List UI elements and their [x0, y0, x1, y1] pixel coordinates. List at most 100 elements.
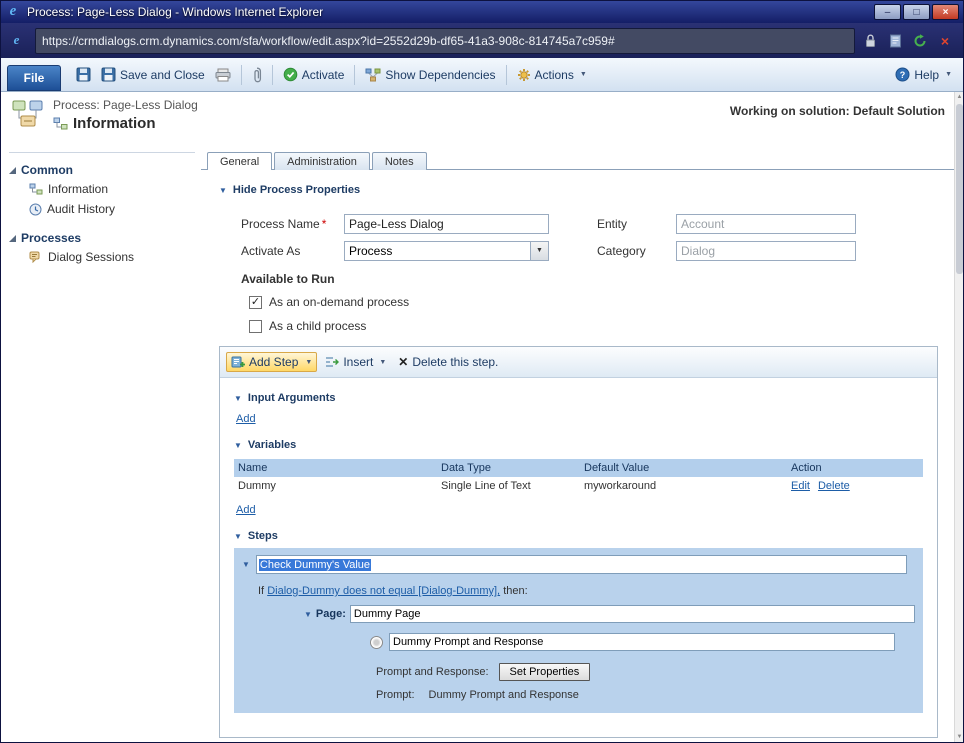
paperclip-icon [252, 67, 262, 83]
entity-label: Entity [597, 217, 676, 231]
file-tab[interactable]: File [7, 65, 61, 91]
input-arguments-section-header[interactable]: ▼ Input Arguments [234, 392, 923, 404]
nav-sidebar: Common Information Audit History Process [1, 144, 201, 742]
condition-row: If Dialog-Dummy does not equal [Dialog-D… [258, 585, 915, 597]
actions-icon [517, 68, 531, 82]
sidebar-item-information[interactable]: Information [9, 179, 195, 199]
attach-button[interactable] [247, 64, 267, 86]
variables-section-header[interactable]: ▼ Variables [234, 439, 923, 451]
prompt-radio-button[interactable] [370, 636, 383, 649]
tab-general[interactable]: General [207, 152, 272, 170]
set-properties-button[interactable]: Set Properties [499, 663, 591, 681]
activate-icon [283, 67, 298, 82]
browser-window: e Process: Page-Less Dialog - Windows In… [0, 0, 964, 743]
add-step-button[interactable]: Add Step ▼ [226, 352, 317, 372]
scroll-down-icon[interactable]: ▼ [955, 734, 964, 740]
page-header: Process: Page-Less Dialog Information [11, 98, 198, 132]
address-bar: e × [1, 23, 963, 58]
print-button[interactable] [210, 65, 236, 85]
command-bar: File Save and Close Activate Show Depend… [1, 58, 963, 92]
delete-step-button[interactable]: ✕ Delete this step. [394, 353, 502, 371]
sidebar-item-audit-history[interactable]: Audit History [9, 199, 195, 219]
information-icon [53, 117, 68, 130]
page-name-input[interactable] [350, 605, 915, 623]
tab-panel-general: ▼ Hide Process Properties Process Name* … [201, 169, 954, 742]
solution-status: Working on solution: Default Solution [730, 104, 945, 118]
collapse-triangle-icon [9, 167, 16, 174]
insert-button[interactable]: Insert ▼ [321, 353, 390, 371]
maximize-button[interactable]: □ [903, 4, 930, 20]
delete-variable-link[interactable]: Delete [818, 480, 850, 492]
actions-menu-button[interactable]: Actions ▼ [512, 65, 592, 85]
on-demand-checkbox[interactable]: ✓ [249, 296, 262, 309]
audit-history-icon [29, 203, 42, 216]
chevron-down-icon: ▼ [242, 560, 250, 569]
save-button[interactable] [71, 64, 96, 85]
add-input-argument-link[interactable]: Add [236, 413, 256, 425]
stop-icon[interactable]: × [935, 30, 955, 52]
dependencies-icon [365, 68, 381, 82]
url-field-frame [35, 28, 855, 54]
dialog-sessions-icon [29, 251, 43, 263]
page-step-row: ▼ Page: [304, 605, 915, 623]
prompt-description-input[interactable] [389, 633, 895, 651]
selected-step-block[interactable]: ▼ Check Dummy's Value If Dialog-Dummy do… [234, 548, 923, 713]
close-button[interactable]: × [932, 4, 959, 20]
chevron-down-icon: ▼ [234, 441, 242, 450]
chevron-down-icon: ▼ [219, 186, 227, 195]
available-to-run-heading: Available to Run [241, 272, 954, 286]
chevron-down-icon: ▼ [234, 394, 242, 403]
tab-administration[interactable]: Administration [274, 152, 370, 170]
chevron-down-icon: ▼ [945, 71, 952, 78]
scroll-up-icon[interactable]: ▲ [955, 94, 964, 100]
scrollbar-thumb[interactable] [956, 104, 963, 274]
steps-section-header[interactable]: ▼ Steps [234, 530, 923, 542]
tab-notes[interactable]: Notes [372, 152, 427, 170]
svg-text:?: ? [900, 70, 906, 80]
category-input: Dialog [676, 241, 856, 261]
step-editor: Add Step ▼ Insert ▼ ✕ Delete this step. [219, 346, 938, 738]
ribbon-separator [272, 65, 273, 85]
vertical-scrollbar[interactable]: ▲ ▼ [954, 92, 963, 742]
chevron-down-icon: ▼ [234, 532, 242, 541]
delete-x-icon: ✕ [398, 355, 408, 369]
page-body: Process: Page-Less Dialog Information Wo… [1, 92, 963, 742]
information-icon [29, 183, 43, 195]
category-label: Category [597, 244, 676, 258]
chevron-down-icon: ▼ [305, 359, 312, 366]
minimize-button[interactable]: – [874, 4, 901, 20]
variables-table-header: Name Data Type Default Value Action [234, 459, 923, 477]
compatibility-view-icon[interactable] [885, 30, 905, 52]
ribbon-separator [241, 65, 242, 85]
help-button[interactable]: ? Help ▼ [890, 64, 957, 85]
url-input[interactable] [40, 33, 850, 49]
step-editor-body: ▼ Input Arguments Add ▼ Variables Name [220, 378, 937, 737]
process-name-label: Process Name* [241, 217, 344, 231]
edit-variable-link[interactable]: Edit [791, 480, 810, 492]
add-variable-link[interactable]: Add [236, 504, 256, 516]
step-description-input[interactable]: Check Dummy's Value [256, 555, 907, 574]
nav-group-processes[interactable]: Processes [9, 229, 195, 247]
condition-link[interactable]: Dialog-Dummy does not equal [Dialog-Dumm… [267, 585, 500, 597]
sidebar-item-dialog-sessions[interactable]: Dialog Sessions [9, 247, 195, 267]
column-header-data-type: Data Type [441, 462, 584, 474]
prompt-response-label: Prompt and Response: [376, 666, 489, 678]
prompt-summary-row: Prompt: Dummy Prompt and Response [376, 689, 915, 701]
activate-button[interactable]: Activate [278, 64, 350, 85]
prompt-response-row: Prompt and Response: Set Properties [376, 663, 915, 681]
refresh-icon[interactable] [910, 30, 930, 52]
chevron-down-icon: ▼ [379, 359, 386, 366]
step-editor-toolbar: Add Step ▼ Insert ▼ ✕ Delete this step. [220, 347, 937, 378]
hide-process-properties-toggle[interactable]: ▼ Hide Process Properties [219, 184, 954, 196]
process-name-input[interactable] [344, 214, 549, 234]
divider [9, 152, 195, 153]
column-header-name: Name [234, 462, 441, 474]
show-dependencies-button[interactable]: Show Dependencies [360, 65, 500, 85]
save-and-close-button[interactable]: Save and Close [96, 64, 210, 85]
process-subtitle: Process: Page-Less Dialog [53, 98, 198, 112]
activate-as-select[interactable]: Process ▼ [344, 241, 549, 261]
column-header-action: Action [791, 462, 923, 474]
nav-group-common[interactable]: Common [9, 161, 195, 179]
chevron-down-icon: ▼ [580, 71, 587, 78]
child-process-checkbox[interactable] [249, 320, 262, 333]
